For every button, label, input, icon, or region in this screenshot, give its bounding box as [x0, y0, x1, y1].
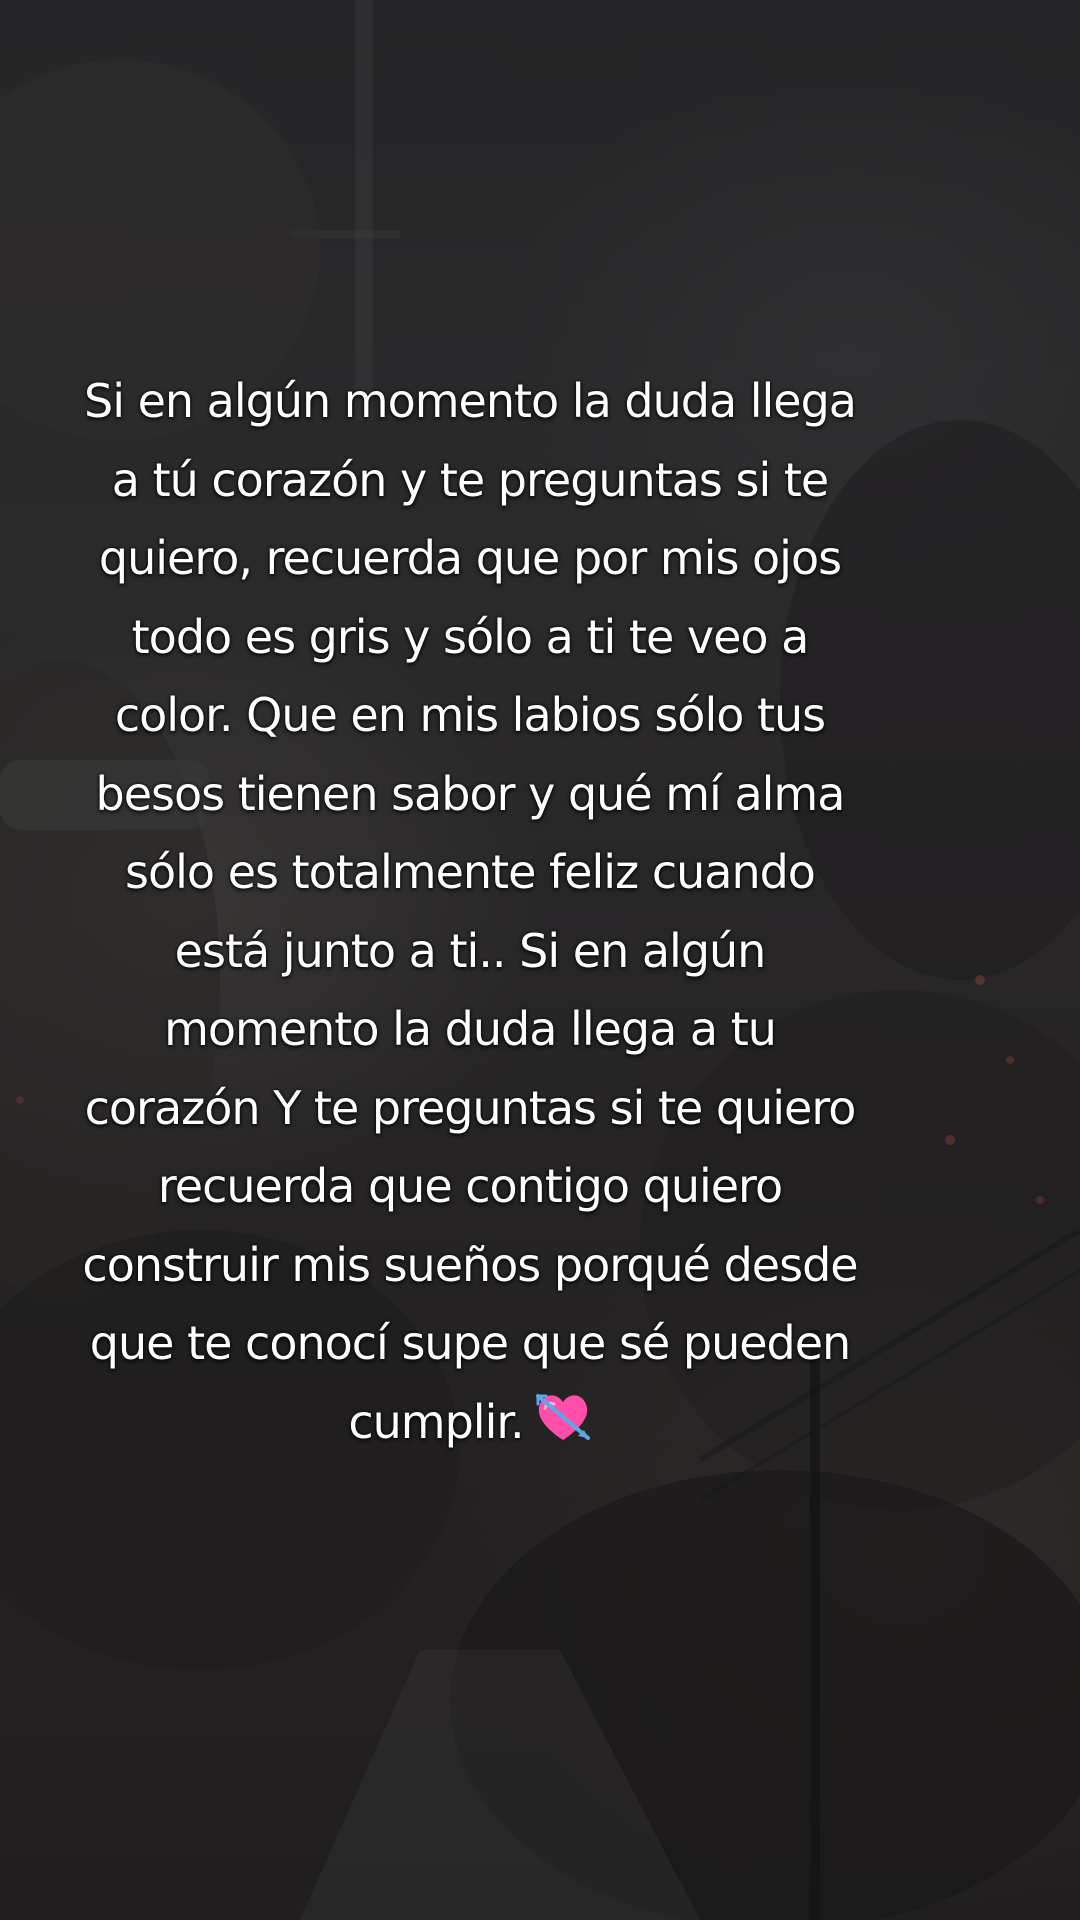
caption-text: Si en algún momento la duda llega a tú c…: [20, 362, 920, 1467]
caption-body: Si en algún momento la duda llega a tú c…: [82, 374, 858, 1449]
heart-with-arrow-icon: [534, 1389, 592, 1468]
story-screen: Si en algún momento la duda llega a tú c…: [0, 0, 1080, 1920]
